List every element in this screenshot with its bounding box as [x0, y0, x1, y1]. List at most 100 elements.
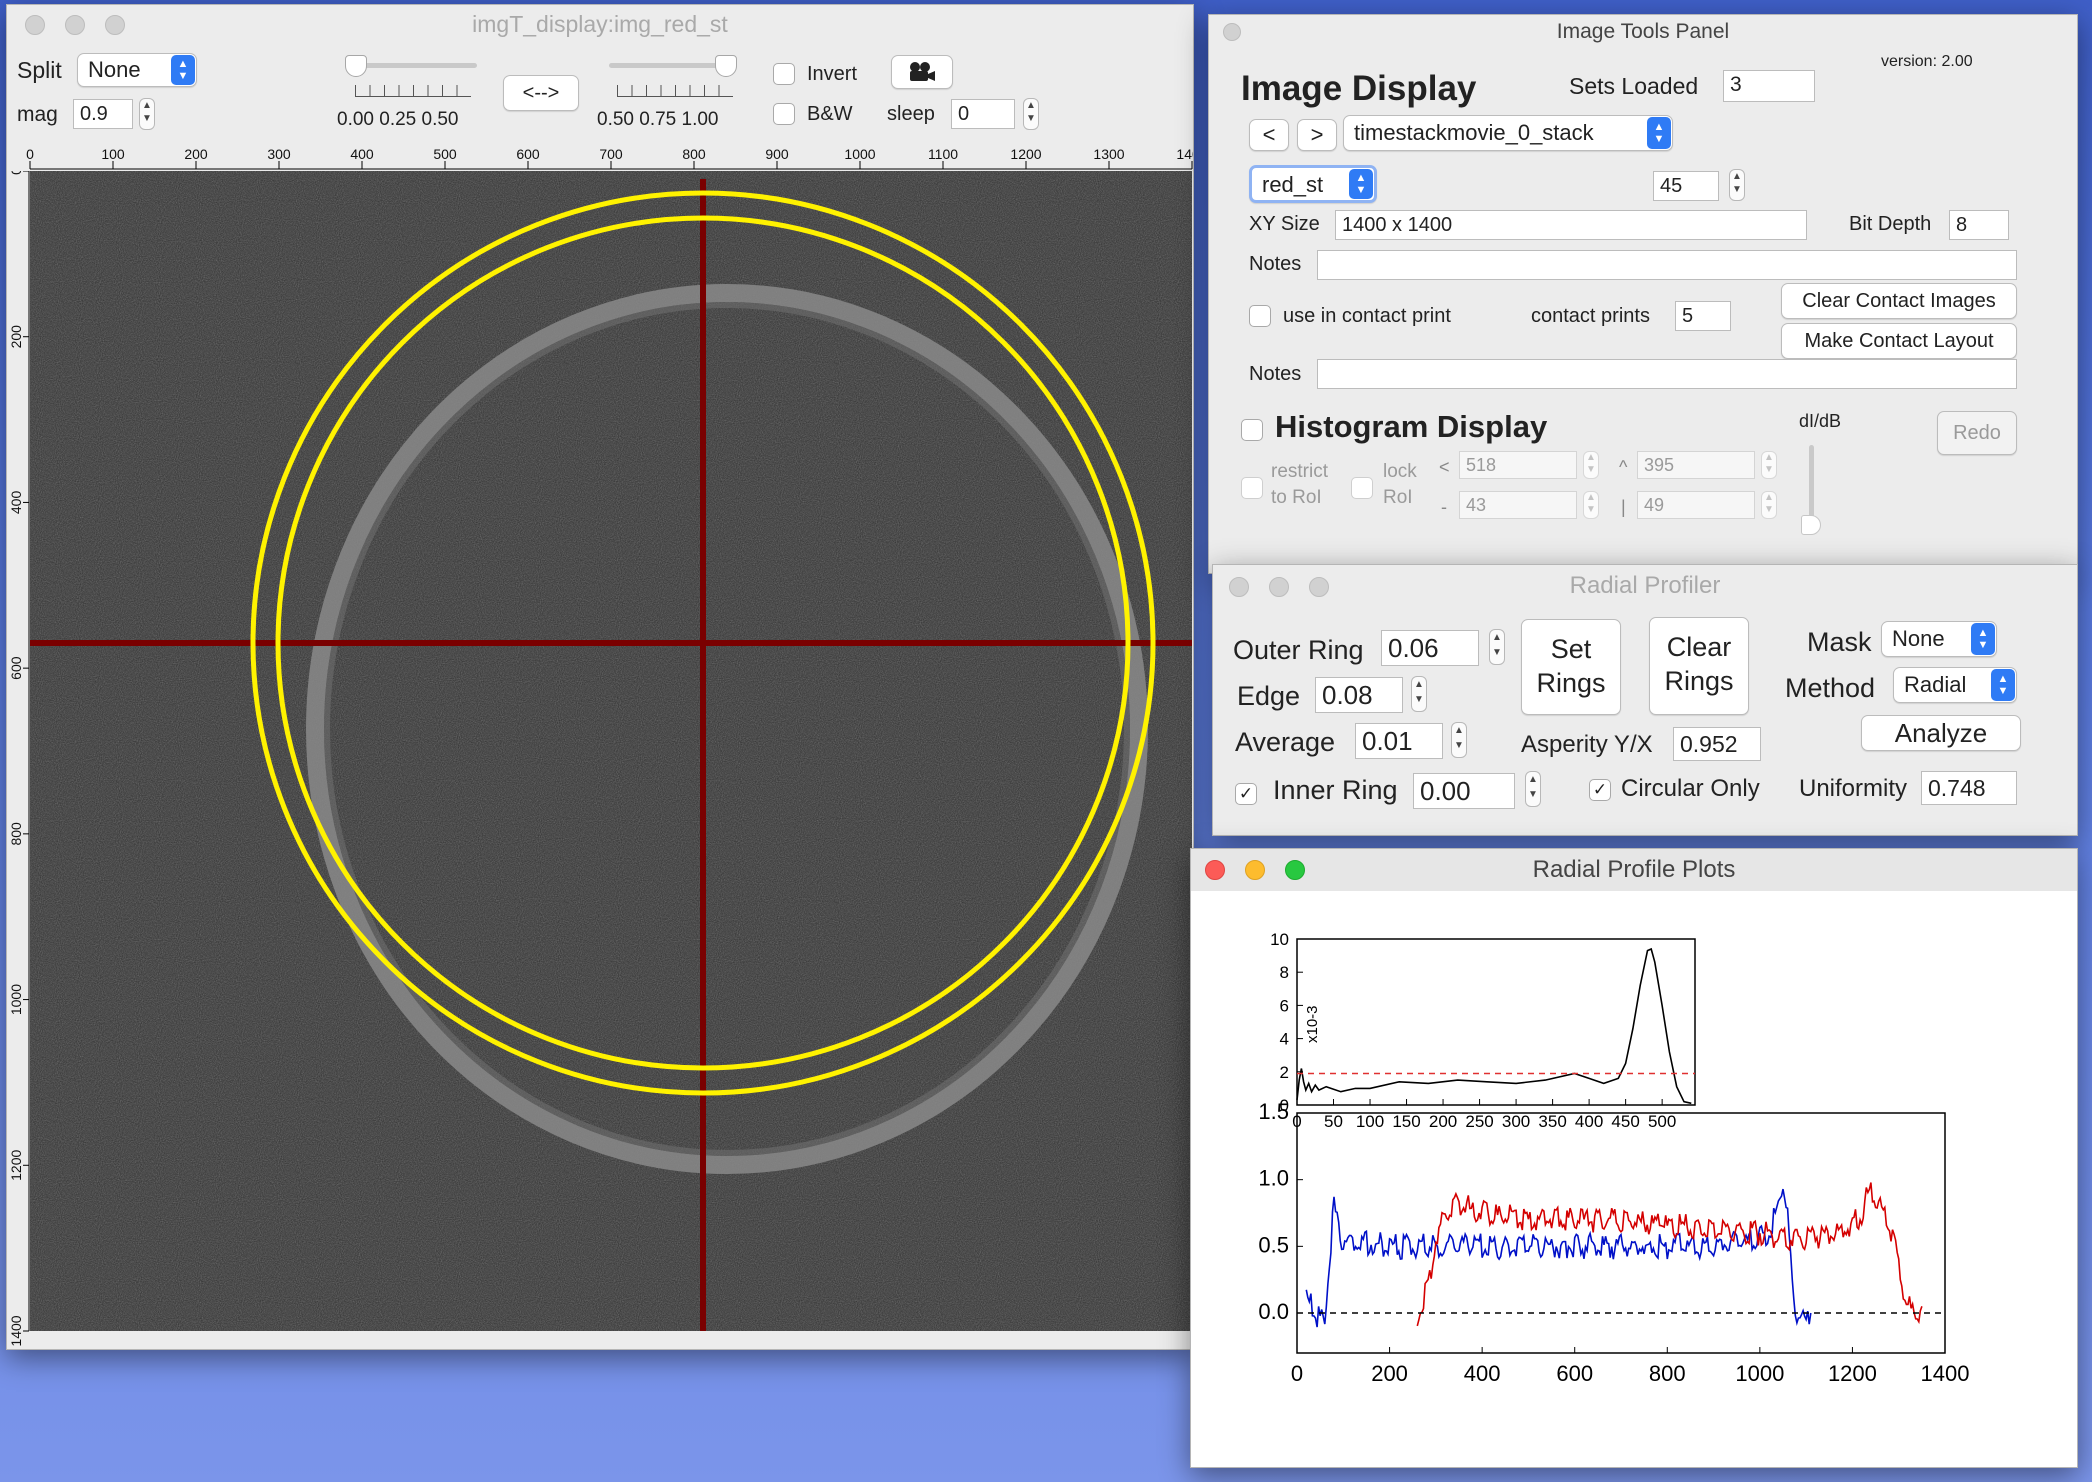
inner-ring-stepper[interactable]: ▲ ▼ [1525, 771, 1541, 807]
stack-popup[interactable]: timestackmovie_0_stack ▲ ▼ [1343, 115, 1673, 151]
xy-size-field[interactable]: 1400 x 1400 [1335, 210, 1807, 240]
make-contact-layout-button[interactable]: Make Contact Layout [1781, 323, 2017, 359]
mask-popup[interactable]: None ▲ ▼ [1881, 621, 1997, 657]
swap-button[interactable]: <--> [503, 75, 579, 111]
movie-button[interactable] [891, 55, 953, 89]
mag-stepper[interactable]: ▲ ▼ [139, 98, 155, 130]
minimize-button[interactable] [65, 15, 85, 35]
x-axis-tick-label: 600 [516, 146, 540, 162]
analyze-button[interactable]: Analyze [1861, 715, 2021, 751]
y-axis-tick-label: 800 [8, 822, 24, 846]
clear-contact-images-button[interactable]: Clear Contact Images [1781, 283, 2017, 319]
high-slider-labels: 0.50 0.75 1.00 [597, 109, 719, 130]
split-popup[interactable]: None ▲ ▼ [77, 53, 197, 87]
next-stack-button[interactable]: > [1297, 119, 1337, 151]
x-axis-tick-label: 100 [101, 146, 125, 162]
y-axis-tick-label: 1400 [8, 1315, 24, 1346]
bw-checkbox[interactable] [773, 103, 795, 125]
edge-stepper[interactable]: ▲ ▼ [1411, 676, 1427, 712]
zoom-button[interactable] [1285, 860, 1305, 880]
inner-ring-field[interactable]: 0.00 [1413, 773, 1515, 809]
channel-popup[interactable]: red_st ▲ ▼ [1249, 165, 1377, 203]
bw-label: B&W [807, 103, 853, 125]
low-slider-track[interactable] [349, 63, 477, 68]
notes-label: Notes [1249, 253, 1302, 275]
sleep-stepper[interactable]: ▲ ▼ [1023, 98, 1039, 130]
bottom-plot-y-tick-label: 1.0 [1258, 1166, 1289, 1191]
didb-label: dI/dB [1799, 411, 1842, 431]
notes-field[interactable] [1317, 250, 2017, 280]
bottom-plot-y-tick-label: 0.0 [1258, 1299, 1289, 1324]
circular-only-checkbox[interactable]: ✓ [1589, 779, 1611, 801]
top-plot-y-tick-label: 6 [1280, 996, 1289, 1015]
frame-stepper[interactable]: ▲ ▼ [1729, 169, 1745, 201]
uniformity-field[interactable]: 0.748 [1921, 771, 2017, 805]
popup-arrows-icon: ▲ ▼ [1647, 117, 1671, 149]
clear-rings-line-2: Rings [1664, 666, 1734, 696]
low-slider-knob[interactable] [345, 55, 367, 77]
x-axis-tick-label: 1200 [1010, 146, 1041, 162]
hist-caret-field[interactable]: 395 [1637, 451, 1755, 479]
version-label: version: 2.00 [1881, 53, 1973, 70]
x-axis-tick-label: 900 [765, 146, 789, 162]
high-slider-knob[interactable] [715, 55, 737, 77]
minimize-button[interactable] [1269, 577, 1289, 597]
zoom-button[interactable] [105, 15, 125, 35]
use-contact-label: use in contact print [1283, 305, 1451, 327]
sets-loaded-label: Sets Loaded [1569, 73, 1699, 99]
bit-depth-field[interactable]: 8 [1949, 210, 2009, 240]
mask-label: Mask [1807, 627, 1872, 657]
contact-prints-field[interactable]: 5 [1675, 301, 1731, 331]
histogram-checkbox[interactable] [1241, 419, 1263, 441]
edge-field[interactable]: 0.08 [1315, 677, 1403, 713]
profiler-title: Radial Profiler [1569, 572, 1721, 599]
x-axis-tick-label: 1100 [928, 146, 958, 162]
notes-field-2[interactable] [1317, 359, 2017, 389]
sets-loaded-field[interactable]: 3 [1723, 70, 1815, 102]
hist-minus-field[interactable]: 43 [1459, 491, 1577, 519]
set-rings-button[interactable]: Set Rings [1521, 619, 1621, 715]
prev-stack-button[interactable]: < [1249, 119, 1289, 151]
camera-icon [910, 62, 935, 81]
sleep-label: sleep [887, 103, 935, 125]
top-plot-y-tick-label: 8 [1280, 963, 1289, 982]
frame-field[interactable]: 45 [1653, 171, 1719, 201]
close-button[interactable] [25, 15, 45, 35]
didb-slider-knob[interactable] [1801, 515, 1821, 535]
lock-roi-checkbox[interactable] [1351, 477, 1373, 499]
zoom-button[interactable] [1309, 577, 1329, 597]
hist-lt-stepper[interactable]: ▲ ▼ [1583, 451, 1599, 479]
hist-minus-stepper[interactable]: ▲ ▼ [1583, 491, 1599, 519]
image-display-heading: Image Display [1241, 69, 1477, 108]
average-stepper[interactable]: ▲ ▼ [1451, 722, 1467, 758]
restrict-roi-checkbox[interactable] [1241, 477, 1263, 499]
close-button[interactable] [1223, 23, 1241, 41]
asperity-field[interactable]: 0.952 [1673, 727, 1761, 761]
method-popup[interactable]: Radial ▲ ▼ [1893, 667, 2017, 703]
top-plot-y-tick-label: 10 [1270, 930, 1289, 949]
set-rings-line-2: Rings [1536, 668, 1606, 698]
restrict-label-2: to RoI [1271, 487, 1322, 508]
use-contact-checkbox[interactable] [1249, 305, 1271, 327]
outer-ring-field[interactable]: 0.06 [1381, 630, 1479, 666]
clear-rings-button[interactable]: Clear Rings [1649, 617, 1749, 715]
channel-value: red_st [1262, 172, 1324, 197]
minimize-button[interactable] [1245, 860, 1265, 880]
close-button[interactable] [1205, 860, 1225, 880]
average-field[interactable]: 0.01 [1355, 723, 1443, 759]
hist-caret-stepper[interactable]: ▲ ▼ [1761, 451, 1777, 479]
invert-checkbox[interactable] [773, 63, 795, 85]
outer-ring-stepper[interactable]: ▲ ▼ [1489, 629, 1505, 665]
inner-ring-checkbox[interactable]: ✓ [1235, 783, 1257, 805]
close-button[interactable] [1229, 577, 1249, 597]
mag-field[interactable]: 0.9 [73, 99, 133, 129]
y-axis-tick-label: 400 [8, 491, 24, 515]
method-label: Method [1785, 673, 1876, 703]
x-axis-tick-label: 200 [184, 146, 208, 162]
hist-bar-field[interactable]: 49 [1637, 491, 1755, 519]
sleep-field[interactable]: 0 [951, 99, 1015, 129]
hist-lt-field[interactable]: 518 [1459, 451, 1577, 479]
image-canvas[interactable] [30, 171, 1192, 1331]
redo-button[interactable]: Redo [1937, 411, 2017, 455]
hist-bar-stepper[interactable]: ▲ ▼ [1761, 491, 1777, 519]
